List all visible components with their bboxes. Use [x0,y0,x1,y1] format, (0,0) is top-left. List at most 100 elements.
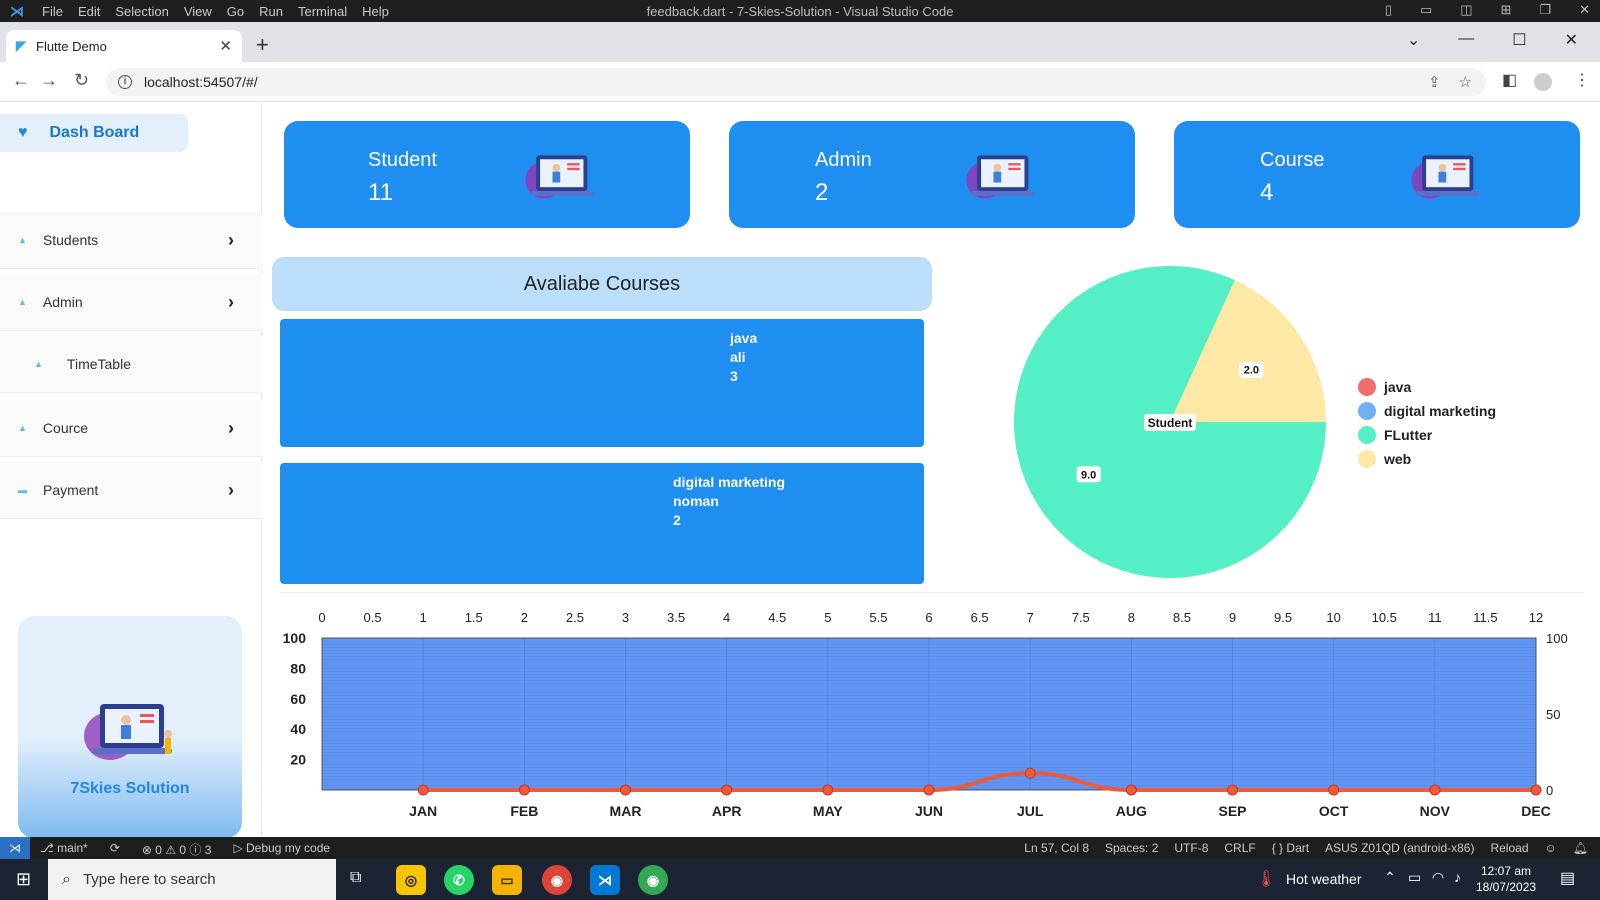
top-axis-tick: 0 [318,610,325,625]
close-icon[interactable]: ✕ [1579,2,1590,18]
line-ending[interactable]: CRLF [1224,841,1255,855]
chevron-up-icon[interactable]: ⌃ [1384,869,1396,886]
sidebar-item-students[interactable]: ▲ Students › [0,212,262,268]
stat-card-admin[interactable]: Admin 2 [729,121,1135,228]
browser-tab[interactable]: ◤ Flutte Demo ✕ [6,30,242,62]
debug-status[interactable]: ▷ Debug my code [233,841,330,858]
minimize-icon[interactable]: — [1458,30,1474,50]
left-axis-tick: 20 [290,752,306,768]
bookmark-star-icon[interactable]: ☆ [1459,73,1472,91]
data-point [1328,784,1340,796]
address-bar[interactable]: i localhost:54507/#/ ⇪ ☆ [106,68,1486,96]
reload-status[interactable]: Reload [1490,841,1528,855]
legend-item: web [1358,447,1496,471]
sidebar-item-admin[interactable]: ▲ Admin › [0,274,262,330]
share-icon[interactable]: ⇪ [1428,73,1441,91]
top-axis-tick: 10 [1326,610,1340,625]
top-axis-tick: 9.5 [1274,610,1292,625]
sidebar-item-timetable[interactable]: ▲ TimeTable [0,336,262,392]
sidebar-item-cource[interactable]: ▲ Cource › [0,400,262,456]
side-panel-icon[interactable]: ◧ [1502,70,1517,90]
customize-layout-icon[interactable]: ⊞ [1501,2,1512,18]
cursor-position[interactable]: Ln 57, Col 8 [1024,841,1089,855]
branch-name: main* [57,841,88,855]
wifi-icon[interactable]: ◠ [1432,869,1444,886]
problems-status[interactable]: ⊗ 0 ⚠ 0 ⓘ 3 [142,841,212,858]
tab-search-icon[interactable]: ⌄ [1407,30,1420,50]
split-icon[interactable]: ◫ [1460,2,1472,18]
dashboard-illustration-icon [966,155,1035,199]
top-axis-tick: 12 [1529,610,1543,625]
vscode-taskbar-icon[interactable]: ⋊ [590,865,620,895]
device-selector[interactable]: ASUS Z01QD (android-x86) [1325,841,1474,855]
close-tab-icon[interactable]: ✕ [219,37,232,55]
chevron-right-icon: › [228,479,234,500]
course-card-java[interactable]: java ali 3 [280,319,924,447]
course-count: 3 [730,368,738,384]
profile-avatar-icon[interactable] [1534,73,1552,91]
chevron-right-icon: › [228,417,234,438]
chrome-taskbar-icon[interactable]: ◉ [638,865,668,895]
stat-label: Student [368,149,437,171]
branch-status[interactable]: ⎇ main* [40,841,88,858]
stat-card-student[interactable]: Student 11 [284,121,690,228]
pie-chart: 2.0 9.0 Student [1014,266,1326,578]
stat-value: 2 [815,179,829,206]
x-category-label: OCT [1319,803,1349,819]
top-axis-tick: 1 [420,610,427,625]
legend-swatch [1358,402,1376,420]
top-axis-tick: 0.5 [364,610,382,625]
chrome-profile-icon[interactable]: ◉ [542,865,572,895]
clock[interactable]: 12:07 am 18/07/2023 [1476,863,1536,895]
task-view-icon[interactable]: ⧉ [350,869,361,887]
windows-start-icon[interactable]: ⊞ [16,869,31,890]
site-info-icon[interactable]: i [118,75,132,89]
x-category-label: NOV [1420,803,1451,819]
top-axis-tick: 3.5 [667,610,685,625]
x-category-label: MAY [813,803,843,819]
sidebar-item-label: Students [42,232,99,248]
pie-center-label: Student [1144,414,1196,431]
top-axis-tick: 4 [723,610,730,625]
dashboard-nav-item[interactable]: ♥ Dash Board [0,114,188,152]
taskbar-search[interactable]: ⌕ Type here to search [48,859,336,900]
layout-icon[interactable]: ▯ [1385,2,1392,18]
left-axis-tick: 80 [290,660,306,676]
course-card-digital-marketing[interactable]: digital marketing noman 2 [280,463,924,584]
sync-icon[interactable]: ⟳ [110,841,120,858]
person-icon: ▲ [18,297,27,307]
maximize-icon[interactable]: ☐ [1512,30,1526,50]
new-tab-button[interactable]: + [256,34,269,56]
course-name: java [730,330,758,346]
close-window-icon[interactable]: ✕ [1565,30,1578,50]
weather-text[interactable]: Hot weather [1286,871,1361,887]
sidebar-item-label: Cource [42,420,89,436]
indentation[interactable]: Spaces: 2 [1105,841,1158,855]
panel-icon[interactable]: ▭ [1420,2,1432,18]
person-icon: ▲ [34,359,43,369]
legend-swatch [1358,378,1376,396]
restore-icon[interactable]: ❐ [1539,2,1551,18]
whatsapp-icon[interactable]: ✆ [444,865,474,895]
battery-icon[interactable]: ▭ [1408,869,1421,886]
reload-icon[interactable]: ↻ [74,70,89,91]
notification-center-icon[interactable]: ▤ [1560,868,1575,888]
sidebar-item-payment[interactable]: ▬ Payment › [0,462,262,518]
back-icon[interactable]: ← [12,70,30,91]
x-category-label: APR [712,803,742,819]
taskbar-app-icon[interactable]: ◎ [396,865,426,895]
stat-value: 11 [368,179,393,206]
dashboard-label: Dash Board [49,124,140,141]
language-mode[interactable]: { } Dart [1272,841,1309,855]
file-explorer-icon[interactable]: ▭ [492,865,522,895]
stat-card-course[interactable]: Course 4 [1174,121,1580,228]
more-menu-icon[interactable]: ⋮ [1574,70,1590,90]
volume-icon[interactable]: ♪ [1454,869,1461,885]
encoding[interactable]: UTF-8 [1174,841,1208,855]
svg-text:2.0: 2.0 [1244,365,1259,377]
top-axis-tick: 11 [1428,610,1442,625]
notifications-icon[interactable]: 🔔︎ [1573,841,1588,855]
feedback-icon[interactable]: ☺ [1545,841,1557,855]
remote-icon[interactable]: ⋊ [0,837,30,859]
forward-icon[interactable]: → [40,70,58,91]
